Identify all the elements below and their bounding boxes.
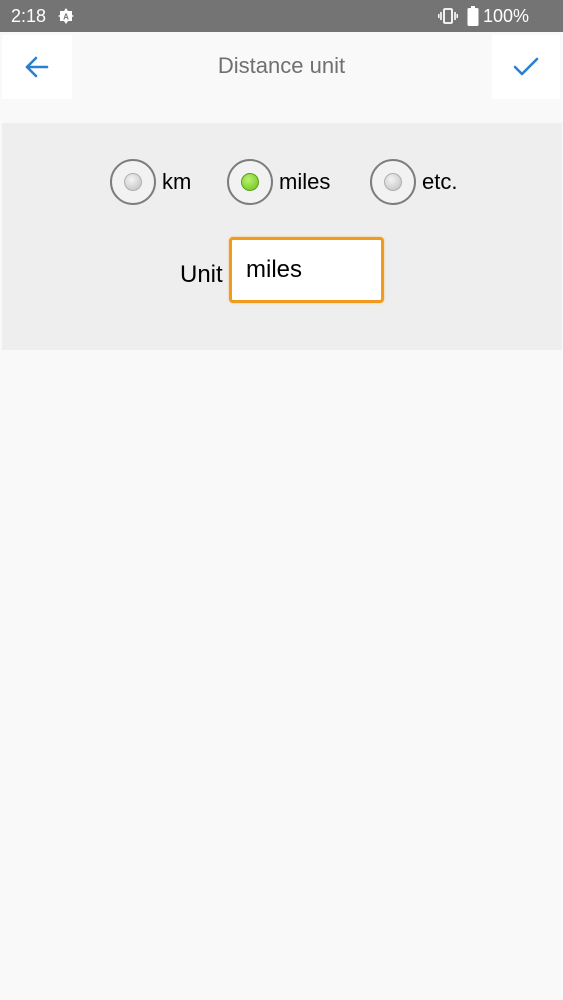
svg-text:A: A [63,13,69,22]
radio-option-km[interactable]: km [110,159,191,205]
radio-dot-checked [241,173,259,191]
auto-icon: A [58,8,74,24]
confirm-button[interactable] [492,35,560,99]
radio-dot-unchecked [384,173,402,191]
vibrate-icon [438,8,458,24]
radio-label-miles: miles [279,169,331,194]
radio-dot-unchecked [124,173,142,191]
radio-label-km: km [162,169,192,194]
status-bar: 2:18 A 100% [0,0,563,32]
radio-option-etc[interactable]: etc. [370,159,457,205]
unit-input[interactable] [229,237,384,303]
radio-button-etc[interactable] [370,159,416,205]
radio-button-miles[interactable] [227,159,273,205]
page-title: Distance unit [217,53,346,78]
unit-label: Unit [180,261,223,288]
radio-button-km[interactable] [110,159,156,205]
radio-label-etc: etc. [422,169,458,194]
top-bar: Distance unit [0,32,563,100]
battery-icon [467,6,479,26]
battery-percentage: 100% [483,6,530,26]
status-time: 2:18 [11,6,47,26]
radio-option-miles[interactable]: miles [227,159,330,205]
checkmark-icon [513,57,539,76]
